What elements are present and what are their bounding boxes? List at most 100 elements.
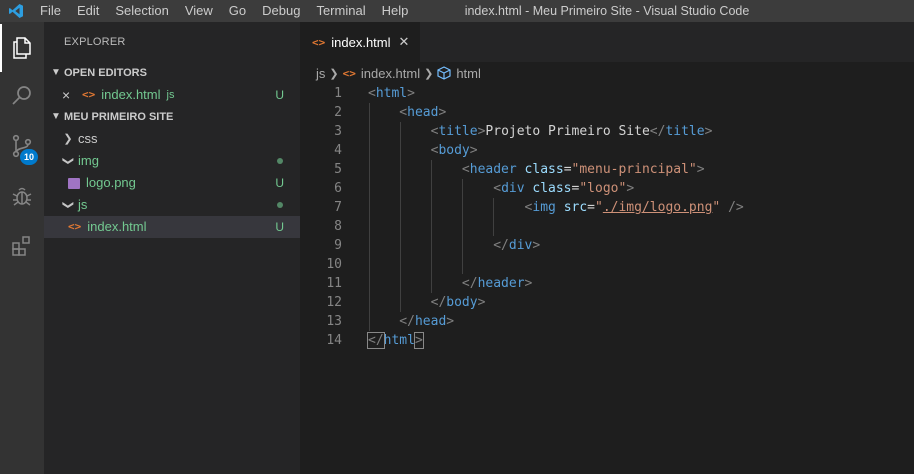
code-line: 3 <title>Projeto Primeiro Site</title>: [300, 122, 914, 141]
code-token: head: [414, 314, 447, 329]
open-editor-folder: js: [166, 89, 175, 101]
code-text: <head>: [368, 103, 446, 122]
code-line: 9 </div>: [300, 236, 914, 255]
code-token: >: [438, 105, 447, 120]
tree-item-label: index.html: [87, 219, 147, 234]
code-token: >: [469, 143, 478, 158]
html-file-icon: <>: [312, 35, 326, 49]
open-editor-item[interactable]: × <> index.html js U: [44, 84, 300, 106]
line-number: 11: [326, 276, 342, 291]
code-token: body: [438, 143, 470, 158]
menu-item-view[interactable]: View: [177, 0, 221, 22]
line-number: 2: [334, 105, 342, 120]
explorer-icon[interactable]: [0, 24, 44, 72]
project-header[interactable]: ▼ MEU PRIMEIRO SITE: [44, 106, 300, 128]
line-number: 8: [334, 219, 342, 234]
code-token: html: [383, 333, 415, 348]
menu-item-selection[interactable]: Selection: [107, 0, 176, 22]
line-number: 12: [326, 295, 342, 310]
line-number: 13: [326, 314, 342, 329]
source-control-icon[interactable]: 10: [0, 122, 44, 170]
code-line: 5 <header class="menu-principal">: [300, 160, 914, 179]
status-badge: U: [275, 88, 284, 102]
code-token: class: [532, 181, 572, 196]
code-token: ./img/logo.png: [602, 200, 713, 215]
code-token: >: [626, 181, 635, 196]
code-text: <body>: [368, 141, 478, 160]
close-icon[interactable]: ×: [62, 84, 82, 106]
source-control-badge: 10: [20, 149, 38, 165]
open-editors-label: OPEN EDITORS: [64, 67, 147, 79]
symbol-element-icon: [437, 66, 451, 80]
activity-bar: 10: [0, 22, 44, 474]
tree-item-logo[interactable]: logo.png U: [44, 172, 300, 194]
line-number: 1: [334, 86, 342, 101]
menu-item-debug[interactable]: Debug: [254, 0, 308, 22]
code-line: 8: [300, 217, 914, 236]
code-token: <: [368, 143, 439, 158]
line-number: 9: [334, 238, 342, 253]
code-token: <: [368, 200, 533, 215]
code-token: </: [649, 124, 666, 139]
code-token: >: [704, 124, 713, 139]
code-token: >: [477, 295, 486, 310]
extensions-icon[interactable]: [0, 222, 44, 270]
status-badge: U: [275, 220, 284, 234]
line-number: 14: [326, 333, 342, 348]
chevron-down-icon: ▼: [51, 67, 61, 78]
line-number: 10: [326, 257, 342, 272]
code-token: div: [501, 181, 525, 196]
menu-item-edit[interactable]: Edit: [69, 0, 107, 22]
chevron-down-icon: ❯: [62, 200, 74, 210]
open-editors-header[interactable]: ▼ OPEN EDITORS: [44, 62, 300, 84]
close-icon[interactable]: ✕: [399, 34, 410, 50]
image-file-icon: [68, 177, 80, 189]
code-line: 13 </head>: [300, 312, 914, 331]
tree-item-label: img: [78, 153, 99, 168]
menu-item-file[interactable]: File: [32, 0, 69, 22]
code-token: >: [532, 238, 541, 253]
search-icon[interactable]: [0, 72, 44, 120]
code-editor[interactable]: 1 <html> 2 <head> 3 <title>Projeto Primeiro…: [300, 84, 914, 474]
line-number: 5: [334, 162, 342, 177]
tree-item-js[interactable]: ❯ js: [44, 194, 300, 216]
code-token: Projeto Primeiro Site: [485, 124, 650, 139]
tree-item-label: css: [78, 131, 98, 146]
code-token: html: [375, 86, 408, 101]
breadcrumb-symbol[interactable]: html: [456, 66, 481, 81]
tab-index-html[interactable]: <> index.html ✕: [300, 22, 420, 62]
code-text: </body>: [368, 293, 486, 312]
tree-item-css[interactable]: ❯ css: [44, 128, 300, 150]
tree-item-label: logo.png: [86, 175, 136, 190]
line-number: 4: [334, 143, 342, 158]
tree-item-img[interactable]: ❯ img: [44, 150, 300, 172]
breadcrumb-folder[interactable]: js: [316, 66, 325, 81]
code-text: <img src="./img/logo.png" />: [368, 198, 744, 217]
code-token: body: [446, 295, 478, 310]
code-text: <div class="logo">: [368, 179, 634, 198]
code-token: "logo": [579, 181, 627, 196]
code-token: header: [477, 276, 525, 291]
html-file-icon: <>: [68, 220, 82, 233]
code-line: 11 </header>: [300, 274, 914, 293]
menu-item-help[interactable]: Help: [374, 0, 417, 22]
debug-icon[interactable]: [0, 172, 44, 220]
menu-item-terminal[interactable]: Terminal: [308, 0, 373, 22]
code-token: =: [563, 162, 572, 177]
breadcrumb-file[interactable]: index.html: [361, 66, 420, 81]
code-text: </header>: [368, 274, 532, 293]
code-text: <html>: [368, 84, 415, 103]
editor-tabs: <> index.html ✕: [300, 22, 914, 62]
code-line: 1 <html>: [300, 84, 914, 103]
open-editor-filename: index.html: [101, 87, 161, 102]
tab-label: index.html: [331, 34, 391, 50]
tree-item-index[interactable]: <> index.html U: [44, 216, 300, 238]
code-line: 7 <img src="./img/logo.png" />: [300, 198, 914, 217]
line-number: 7: [334, 200, 342, 215]
menu-item-go[interactable]: Go: [221, 0, 254, 22]
vscode-logo-icon: [0, 0, 32, 22]
code-text: </div>: [368, 236, 540, 255]
code-text: </head>: [368, 312, 454, 331]
